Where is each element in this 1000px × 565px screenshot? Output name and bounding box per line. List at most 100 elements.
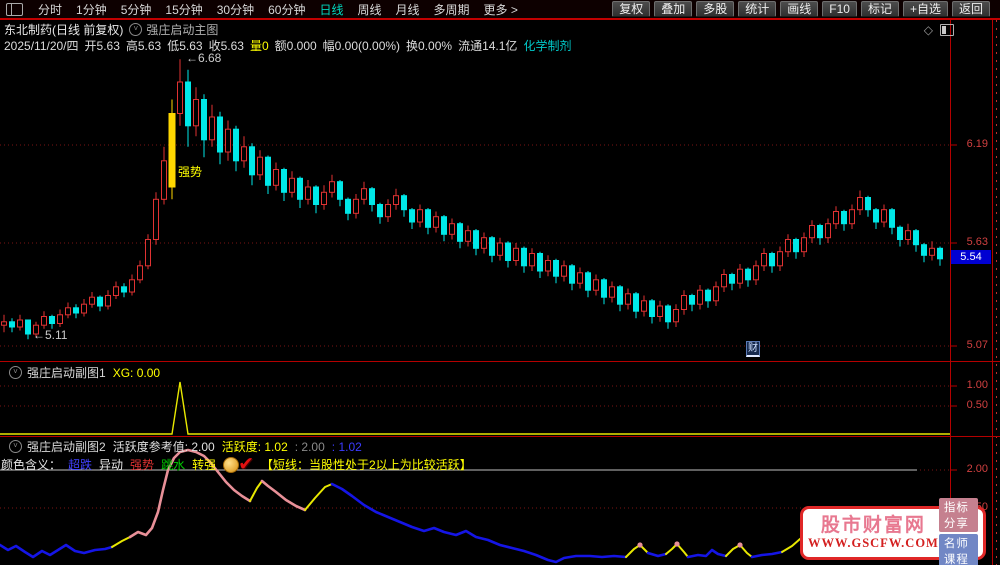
candle: [393, 188, 399, 210]
candle: [809, 220, 815, 243]
period-tab[interactable]: 月线: [396, 1, 420, 18]
candle: [721, 269, 727, 292]
candle: [865, 195, 871, 217]
candle: [17, 314, 23, 331]
price-annotation: ←5.11: [33, 328, 68, 342]
candle: [105, 290, 111, 310]
candle: [625, 288, 631, 310]
period-tab[interactable]: 多周期: [434, 1, 470, 18]
candle: [505, 241, 511, 268]
candle: [281, 167, 287, 201]
chevron-down-icon[interactable]: ˅: [129, 23, 143, 36]
color-legend-row: 颜色含义： 超跌 异动 强势 跳水 转强 ✔ 【短线：当股性处于2以上为比较活跃】: [1, 453, 479, 476]
activity-line-segment: [304, 483, 333, 511]
period-tab[interactable]: 1分钟: [76, 1, 107, 18]
candle: [89, 292, 95, 308]
quote-field: 额0.000: [274, 39, 317, 53]
watermark-badges: 指标分享 名师课程: [938, 496, 978, 565]
candle: [25, 319, 31, 340]
period-tab[interactable]: 5分钟: [121, 1, 152, 18]
candle: [401, 194, 407, 217]
candle: [417, 204, 423, 228]
candle: [553, 258, 559, 284]
candle: [49, 314, 55, 329]
activity-line-segment: [686, 548, 728, 559]
candle: [825, 218, 831, 243]
candle: [321, 185, 327, 210]
candle: [577, 267, 583, 289]
candle: [409, 208, 415, 229]
candle: [121, 283, 127, 298]
chevron-down-icon[interactable]: ˅: [9, 440, 22, 453]
period-tab[interactable]: 更多 >: [484, 1, 518, 18]
toolbar-button[interactable]: 统计: [738, 1, 777, 17]
sub1-header: ˅ 强庄启动副图1 XG: 0.00: [3, 364, 160, 381]
split-pane-icon[interactable]: [940, 24, 954, 36]
candle: [81, 299, 87, 317]
candle: [929, 241, 935, 261]
period-tab[interactable]: 日线: [319, 1, 343, 18]
toolbar-button[interactable]: 返回: [951, 1, 990, 17]
candle: [753, 260, 759, 285]
candle: [545, 255, 551, 277]
finance-report-marker[interactable]: 财: [746, 341, 760, 357]
candle: [185, 69, 191, 147]
toolbar-button[interactable]: +自选: [902, 1, 948, 17]
candle: [657, 300, 663, 322]
candle: [345, 197, 351, 221]
candle: [537, 251, 543, 278]
candle: [665, 304, 671, 329]
activity-line-segment: [330, 482, 628, 564]
toolbar-button[interactable]: F10: [822, 1, 857, 17]
signal-dot: [674, 541, 680, 547]
candle: [609, 281, 615, 303]
sub1-title: 强庄启动副图1: [27, 366, 106, 380]
diamond-icon[interactable]: ◇: [924, 23, 933, 37]
signal-dot: [737, 542, 743, 548]
toolbar-button[interactable]: 多股: [696, 1, 735, 17]
signal-dot: [637, 542, 643, 548]
candle: [177, 59, 183, 126]
stock-title: 东北制药(日线 前复权): [4, 23, 124, 37]
candle: [689, 293, 695, 312]
candle: [465, 225, 471, 247]
watermark-url: WWW.GSCFW.COM: [808, 535, 939, 550]
candle: [817, 223, 823, 245]
candle: [41, 311, 47, 329]
candle: [841, 209, 847, 231]
sub2-value: : 2.00: [294, 440, 325, 454]
corner-icons: ◇: [924, 23, 954, 37]
candle: [897, 225, 903, 247]
toolbar-button[interactable]: 标记: [860, 1, 899, 17]
candle: [561, 260, 567, 282]
candle: [737, 264, 743, 289]
candle: [257, 150, 263, 180]
layout-panel-icon[interactable]: [6, 2, 23, 16]
toolbar-button[interactable]: 复权: [612, 1, 651, 17]
toolbar-button[interactable]: 叠加: [654, 1, 693, 17]
chevron-down-icon[interactable]: ˅: [9, 366, 22, 379]
candle: [585, 271, 591, 298]
axis-label: 5.63: [966, 236, 988, 248]
candle: [137, 260, 143, 284]
period-tab[interactable]: 15分钟: [165, 1, 202, 18]
period-tab[interactable]: 60分钟: [268, 1, 305, 18]
period-tab[interactable]: 分时: [38, 1, 62, 18]
period-tab[interactable]: 30分钟: [217, 1, 254, 18]
legend-note: 【短线：当股性处于2以上为比较活跃】: [261, 458, 472, 472]
candle: [673, 304, 679, 327]
candle: [777, 246, 783, 271]
candle: [441, 215, 447, 242]
candle: [57, 309, 63, 327]
candle: [73, 304, 79, 319]
period-tab[interactable]: 周线: [357, 1, 381, 18]
quote-info-line: 2025/11/20/四 开5.63 高5.63 低5.63 收5.63 量0 额0.000…: [4, 37, 577, 54]
legend-term: 跳水: [161, 458, 186, 472]
trading-app-window: { "menu": { "items": [ {"label": "分时", "…: [0, 0, 1000, 565]
gold-seal-icon: [223, 456, 240, 473]
legend-term: 颜色含义：: [1, 458, 62, 472]
toolbar-button[interactable]: 画线: [780, 1, 819, 17]
activity-line-segment: [0, 543, 114, 559]
quote-field: 2025/11/20/四: [4, 39, 79, 53]
sub2-value: : 1.02: [331, 440, 362, 454]
